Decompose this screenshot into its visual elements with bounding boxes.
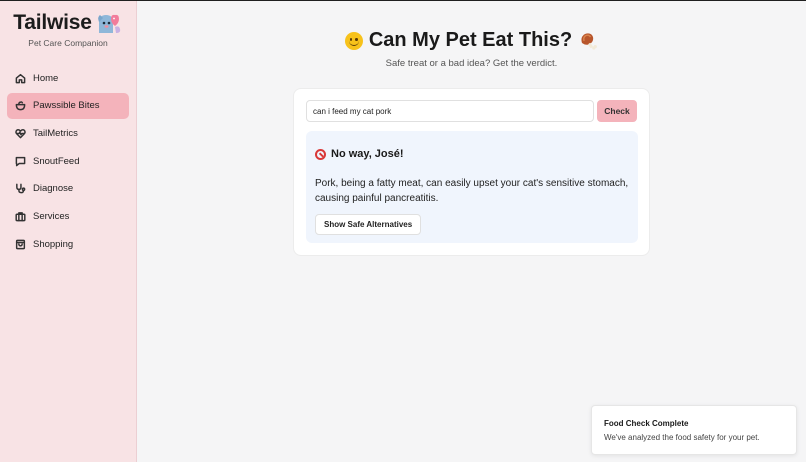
toast-message: We've analyzed the food safety for your …	[604, 433, 760, 442]
food-question-input[interactable]	[306, 100, 594, 122]
verdict-panel: No way, José! Pork, being a fatty meat, …	[306, 131, 638, 243]
food-check-card: Check No way, José! Pork, being a fatty …	[293, 88, 650, 256]
sidebar-item-shopping[interactable]: Shopping	[7, 231, 129, 257]
sidebar-nav: Home Pawssible Bites TailMetrics SnoutFe…	[0, 65, 136, 257]
sidebar-item-label: SnoutFeed	[33, 155, 80, 167]
toast-notification[interactable]: Food Check Complete We've analyzed the f…	[591, 405, 797, 455]
sidebar-item-snoutfeed[interactable]: SnoutFeed	[7, 148, 129, 174]
sidebar-item-pawssible-bites[interactable]: Pawssible Bites	[7, 92, 129, 119]
show-safe-alternatives-button[interactable]: Show Safe Alternatives	[315, 214, 422, 235]
heart-pulse-icon	[15, 128, 26, 139]
page-header: Can My Pet Eat This?	[137, 29, 806, 52]
sidebar-item-label: Home	[33, 72, 59, 84]
sidebar-item-label: Services	[33, 210, 70, 222]
meat-on-bone-icon	[581, 32, 598, 50]
search-row: Check	[306, 100, 637, 122]
verdict-title: No way, José!	[331, 148, 404, 160]
page-subtitle: Safe treat or a bad idea? Get the verdic…	[385, 58, 558, 69]
shopping-bag-icon	[15, 239, 26, 249]
sidebar-item-tailmetrics[interactable]: TailMetrics	[7, 120, 129, 146]
home-icon	[15, 73, 26, 83]
sidebar-item-label: Pawssible Bites	[33, 100, 100, 112]
toast-title: Food Check Complete	[604, 419, 689, 428]
briefcase-icon	[15, 212, 26, 222]
sidebar-item-services[interactable]: Services	[7, 203, 129, 229]
app-window: Tailwise Pet Care Companion Home Pawssib…	[0, 0, 806, 462]
sidebar: Tailwise Pet Care Companion Home Pawssib…	[0, 1, 137, 462]
check-button[interactable]: Check	[597, 100, 637, 122]
brand-name: Tailwise	[13, 11, 92, 34]
brand: Tailwise Pet Care Companion	[0, 1, 136, 61]
sidebar-item-home[interactable]: Home	[7, 65, 129, 91]
sidebar-item-diagnose[interactable]: Diagnose	[7, 176, 129, 202]
verdict-explanation: Pork, being a fatty meat, can easily ups…	[315, 178, 629, 204]
sidebar-item-label: TailMetrics	[33, 127, 78, 139]
sidebar-item-label: Diagnose	[33, 183, 74, 195]
main-content: Can My Pet Eat This? Safe treat or a bad…	[137, 1, 806, 462]
sidebar-item-label: Shopping	[33, 238, 74, 250]
verdict-heading: No way, José!	[315, 148, 404, 160]
brand-subtitle: Pet Care Companion	[28, 38, 108, 48]
smiling-face-icon	[344, 31, 363, 50]
pet-mascot-icon	[97, 14, 120, 33]
page-title: Can My Pet Eat This?	[368, 29, 573, 51]
bowl-icon	[15, 101, 26, 111]
chat-bubble-icon	[15, 156, 26, 166]
stethoscope-icon	[16, 183, 26, 194]
prohibited-icon	[315, 148, 326, 160]
